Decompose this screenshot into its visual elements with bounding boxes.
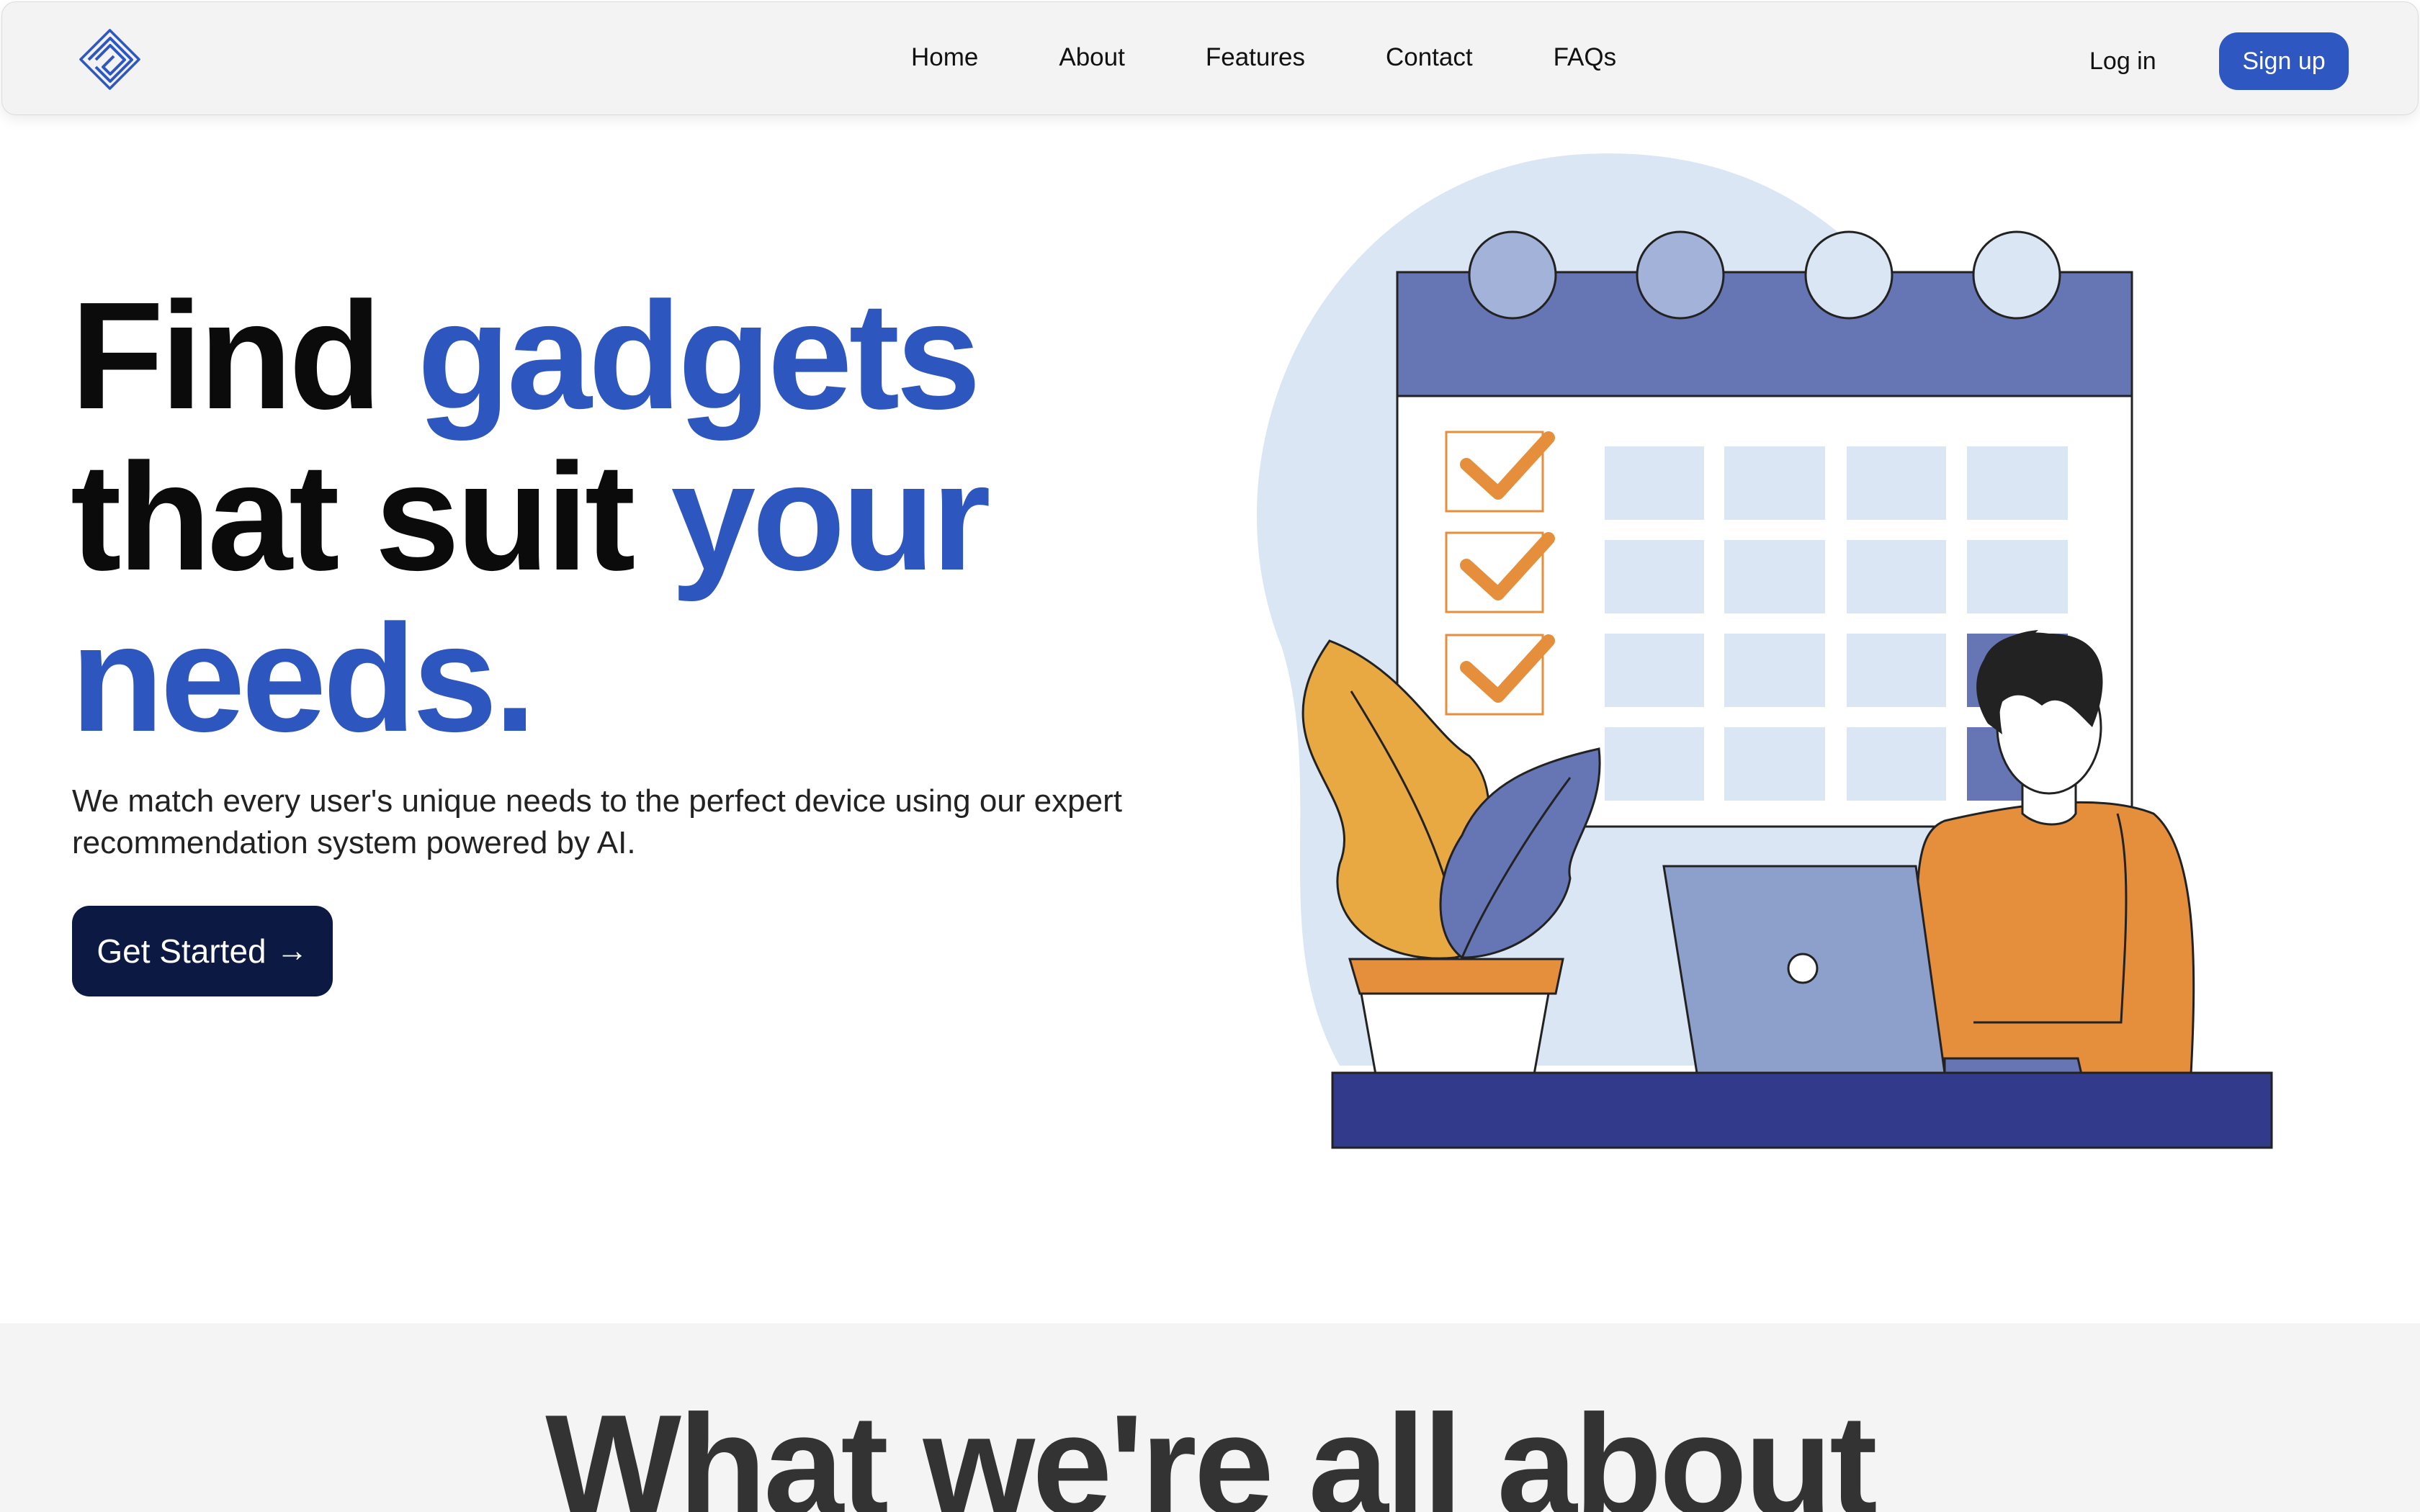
nav-link-home[interactable]: Home xyxy=(911,40,978,76)
nav-link-about[interactable]: About xyxy=(1059,40,1124,76)
hero-title-accent: gadgets xyxy=(417,270,981,441)
desk-illustration xyxy=(1331,1071,2273,1149)
get-started-label: Get Started xyxy=(97,932,266,970)
about-section: What we're all about xyxy=(0,1323,2420,1512)
hero-subtitle: We match every user's unique needs to th… xyxy=(72,783,1122,860)
login-button[interactable]: Log in xyxy=(2089,43,2156,79)
about-heading: What we're all about xyxy=(545,1385,1878,1512)
hero-title: Find gadgets that suit your needs. xyxy=(71,275,1187,759)
hero-title-accent: your xyxy=(671,431,990,602)
logo-icon[interactable] xyxy=(74,24,146,96)
nav-link-contact[interactable]: Contact xyxy=(1386,40,1473,76)
nav-link-features[interactable]: Features xyxy=(1206,40,1305,76)
hero-title-accent: needs. xyxy=(71,593,537,763)
nav-link-faqs[interactable]: FAQs xyxy=(1554,40,1617,76)
hero-title-word: Find xyxy=(71,270,382,441)
signup-button[interactable]: Sign up xyxy=(2219,32,2349,90)
hero-illustration xyxy=(1256,153,2273,1149)
hero-title-word: that suit xyxy=(71,431,635,602)
arrow-right-icon: → xyxy=(276,933,308,968)
navbar: Home About Features Contact FAQs Log in … xyxy=(1,1,2419,115)
main-nav: Home About Features Contact FAQs xyxy=(911,40,1616,76)
get-started-button[interactable]: Get Started → xyxy=(72,906,333,996)
